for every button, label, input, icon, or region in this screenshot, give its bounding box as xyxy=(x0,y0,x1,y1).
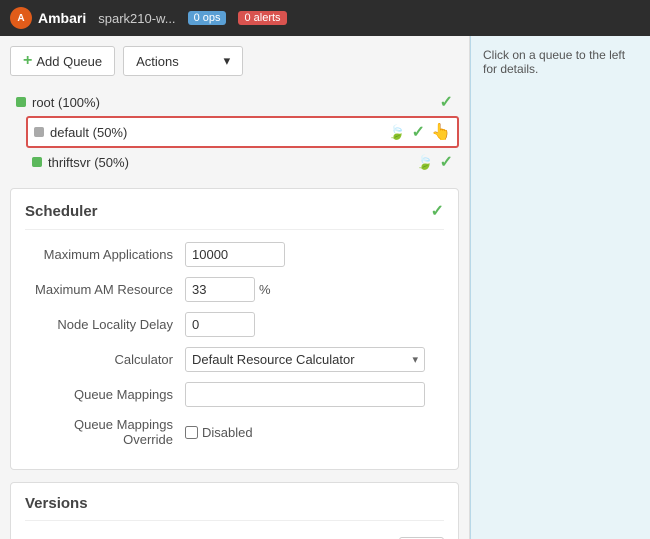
max-am-resource-label: Maximum AM Resource xyxy=(25,282,185,297)
leaf-icon-default: 🍃 xyxy=(388,124,405,141)
max-applications-label: Maximum Applications xyxy=(25,247,185,262)
leaf-icon-thriftsvr: 🍃 xyxy=(416,154,433,171)
alerts-badge: 0 alerts xyxy=(238,11,286,25)
right-panel-text: Click on a queue to the left for details… xyxy=(483,48,625,76)
check-icon-default: ✓ xyxy=(412,122,425,142)
add-queue-button[interactable]: + Add Queue xyxy=(10,46,115,76)
queue-item-root[interactable]: root (100%) ✓ xyxy=(10,88,459,116)
queue-mappings-override-wrap: Disabled xyxy=(185,425,253,440)
right-info-panel: Click on a queue to the left for details… xyxy=(470,36,650,539)
queue-name-thriftsvr: thriftsvr (50%) xyxy=(48,155,410,170)
queue-name-default: default (50%) xyxy=(50,125,382,140)
queue-item-thriftsvr[interactable]: thriftsvr (50%) 🍃 ✓ xyxy=(26,148,459,176)
actions-button[interactable]: Actions ▾ xyxy=(123,46,243,76)
node-locality-delay-input[interactable] xyxy=(185,312,255,337)
app-logo: A Ambari xyxy=(10,7,86,29)
queue-icons-default: 🍃 ✓ xyxy=(388,122,425,142)
scheduler-check-icon: ✓ xyxy=(431,201,444,221)
calculator-row: Calculator Default Resource Calculator D… xyxy=(25,347,444,372)
queue-mappings-label: Queue Mappings xyxy=(25,387,185,402)
queue-icons-root: ✓ xyxy=(440,92,453,112)
queue-mappings-override-text: Disabled xyxy=(202,425,253,440)
max-am-resource-input[interactable] xyxy=(185,277,255,302)
max-applications-row: Maximum Applications xyxy=(25,242,444,267)
queue-icons-thriftsvr: 🍃 ✓ xyxy=(416,152,453,172)
queue-mappings-override-label: Queue Mappings Override xyxy=(25,417,185,447)
versions-section: Versions v2 Current TOPOLOGY_RESOLVED lo… xyxy=(10,482,459,539)
check-icon-root: ✓ xyxy=(440,92,453,112)
scheduler-section: Scheduler ✓ Maximum Applications Maximum… xyxy=(10,188,459,470)
left-panel: + Add Queue Actions ▾ root (100%) ✓ defa… xyxy=(0,36,470,539)
calculator-select[interactable]: Default Resource Calculator Dominant Res… xyxy=(186,348,406,371)
scheduler-header: Scheduler ✓ xyxy=(25,201,444,230)
queue-dot-root xyxy=(16,97,26,107)
queue-mappings-override-row: Queue Mappings Override Disabled xyxy=(25,417,444,447)
queue-mappings-override-checkbox[interactable] xyxy=(185,426,198,439)
ops-badge: 0 ops xyxy=(188,11,227,25)
calculator-select-wrap[interactable]: Default Resource Calculator Dominant Res… xyxy=(185,347,425,372)
cursor-icon-default: 👆 xyxy=(431,122,451,142)
percent-suffix: % xyxy=(259,282,271,297)
queue-mappings-row: Queue Mappings xyxy=(25,382,444,407)
queue-mappings-input[interactable] xyxy=(185,382,425,407)
plus-icon: + xyxy=(23,52,32,70)
queue-list: root (100%) ✓ default (50%) 🍃 ✓ 👆 thrift… xyxy=(10,88,459,176)
version-row-v2: v2 Current TOPOLOGY_RESOLVED load xyxy=(25,531,444,539)
app-name: Ambari xyxy=(38,10,86,26)
top-navigation: A Ambari spark210-w... 0 ops 0 alerts xyxy=(0,0,650,36)
logo-icon: A xyxy=(10,7,32,29)
main-layout: + Add Queue Actions ▾ root (100%) ✓ defa… xyxy=(0,36,650,539)
calculator-label: Calculator xyxy=(25,352,185,367)
chevron-down-icon: ▾ xyxy=(224,53,231,69)
node-locality-delay-row: Node Locality Delay xyxy=(25,312,444,337)
node-locality-delay-label: Node Locality Delay xyxy=(25,317,185,332)
chevron-down-icon: ▾ xyxy=(406,353,424,366)
versions-title: Versions xyxy=(25,495,444,521)
queue-item-default[interactable]: default (50%) 🍃 ✓ 👆 xyxy=(26,116,459,148)
check-icon-thriftsvr: ✓ xyxy=(440,152,453,172)
queue-dot-default xyxy=(34,127,44,137)
max-applications-input[interactable] xyxy=(185,242,285,267)
scheduler-title: Scheduler xyxy=(25,203,98,220)
toolbar: + Add Queue Actions ▾ xyxy=(10,46,459,76)
max-am-resource-row: Maximum AM Resource % xyxy=(25,277,444,302)
cluster-name: spark210-w... xyxy=(98,11,175,26)
queue-name-root: root (100%) xyxy=(32,95,434,110)
queue-dot-thriftsvr xyxy=(32,157,42,167)
